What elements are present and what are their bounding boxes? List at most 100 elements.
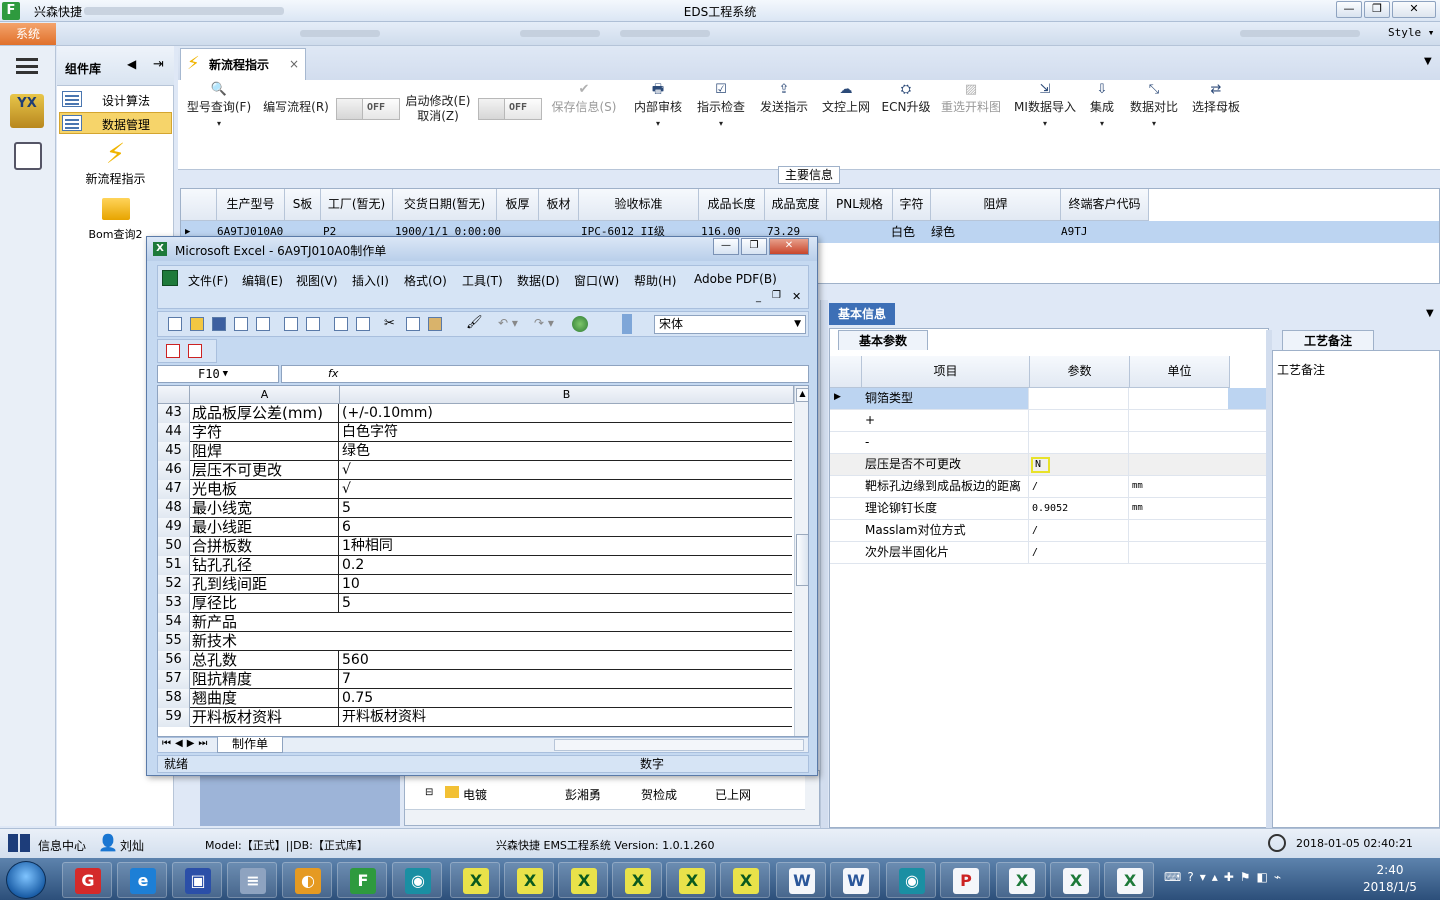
param-row[interactable]: 靶标孔边缘到成品板边的距离 / mm bbox=[830, 476, 1266, 498]
pdf-convert-icon[interactable] bbox=[166, 344, 180, 358]
cell-b[interactable]: √ bbox=[340, 480, 792, 499]
word-task-icon[interactable]: W bbox=[776, 862, 826, 898]
font-select[interactable]: 宋体 ▼ bbox=[654, 315, 806, 334]
col-header[interactable]: 验收标准 bbox=[579, 189, 699, 221]
nav-item-data-management[interactable]: 数据管理 bbox=[59, 112, 172, 134]
tree-expand-icon[interactable]: ⊟ bbox=[425, 787, 433, 798]
param-value[interactable]: N bbox=[1028, 454, 1128, 475]
save-info-button[interactable]: ✔ 保存信息(S) bbox=[548, 82, 620, 115]
row-number[interactable]: 49 bbox=[158, 518, 190, 537]
select-motherboard-button[interactable]: ⇄ 选择母板 bbox=[1188, 82, 1244, 115]
menu-file[interactable]: 文件(F) bbox=[188, 272, 228, 289]
sheet-row[interactable]: 51 钻孔孔径 0.2 bbox=[158, 556, 792, 575]
cell-b[interactable]: 7 bbox=[340, 670, 792, 689]
sheet-row[interactable]: 45 阻焊 绿色 bbox=[158, 442, 792, 461]
cut-icon[interactable]: ✂ bbox=[384, 316, 395, 331]
cell-b[interactable]: 560 bbox=[340, 651, 792, 670]
tab-new-process[interactable]: ⚡ 新流程指示 × bbox=[180, 48, 306, 80]
cell-b[interactable]: 5 bbox=[340, 594, 792, 613]
menu-format[interactable]: 格式(O) bbox=[404, 272, 447, 289]
cell-a[interactable]: 最小线距 bbox=[190, 518, 339, 537]
style-label[interactable]: Style ▾ bbox=[1388, 26, 1434, 39]
param-row[interactable]: + bbox=[830, 410, 1266, 432]
excel-task-icon[interactable]: X bbox=[450, 862, 500, 898]
cell-b[interactable]: 绿色 bbox=[340, 442, 792, 461]
doc-online-button[interactable]: ☁ 文控上网 bbox=[816, 82, 876, 115]
excel-task-icon[interactable]: X bbox=[1050, 862, 1100, 898]
tab-process-note[interactable]: 工艺备注 bbox=[1282, 330, 1374, 350]
cell-a[interactable]: 总孔数 bbox=[190, 651, 339, 670]
param-row[interactable]: ▶ 铜箔类型 bbox=[830, 388, 1266, 410]
col-header[interactable]: S板 bbox=[285, 189, 321, 221]
taskbar-app-icon[interactable]: G bbox=[62, 862, 112, 898]
ecn-upgrade-button[interactable]: ⛭ ECN升级 bbox=[878, 82, 934, 115]
new-process-instruction-item[interactable]: ⚡ 新流程指示 bbox=[57, 138, 174, 188]
row-number[interactable]: 53 bbox=[158, 594, 190, 613]
print-icon[interactable] bbox=[284, 317, 298, 331]
word-task-icon[interactable]: W bbox=[830, 862, 880, 898]
cell-b[interactable]: 0.2 bbox=[340, 556, 792, 575]
cell-b[interactable] bbox=[340, 632, 792, 651]
cell-a[interactable]: 开料板材资料 bbox=[190, 708, 339, 727]
col-header[interactable]: 板材 bbox=[539, 189, 579, 221]
cell-b[interactable]: 6 bbox=[340, 518, 792, 537]
cell-a[interactable]: 字符 bbox=[190, 423, 339, 442]
excel-title-bar[interactable]: X Microsoft Excel - 6A9TJ010A0制作单 — ❐ ✕ bbox=[147, 237, 817, 261]
menu-window[interactable]: 窗口(W) bbox=[574, 272, 619, 289]
cell-b[interactable]: 开料板材资料 bbox=[340, 708, 792, 727]
write-process-toggle[interactable]: OFF bbox=[336, 98, 400, 120]
start-button[interactable] bbox=[6, 861, 46, 899]
param-row[interactable]: Masslam对位方式 / bbox=[830, 520, 1266, 542]
col-header[interactable]: 成品宽度 bbox=[765, 189, 827, 221]
row-number[interactable]: 54 bbox=[158, 613, 190, 632]
sheet-row[interactable]: 56 总孔数 560 bbox=[158, 651, 792, 670]
sheet-row[interactable]: 44 字符 白色字符 bbox=[158, 423, 792, 442]
print-preview-icon[interactable] bbox=[306, 317, 320, 331]
sheet-row[interactable]: 58 翘曲度 0.75 bbox=[158, 689, 792, 708]
close-tab-icon[interactable]: × bbox=[289, 57, 299, 71]
row-number[interactable]: 50 bbox=[158, 537, 190, 556]
yx-module-icon[interactable]: YX bbox=[10, 94, 44, 128]
doc-close-button[interactable]: ✕ bbox=[792, 290, 801, 303]
row-number[interactable]: 51 bbox=[158, 556, 190, 575]
cell-a[interactable]: 成品板厚公差(mm) bbox=[190, 404, 339, 423]
menu-help[interactable]: 帮助(H) bbox=[634, 272, 676, 289]
horizontal-scrollbar[interactable] bbox=[554, 739, 804, 751]
param-col-unit[interactable]: 单位 bbox=[1130, 356, 1230, 388]
row-number[interactable]: 59 bbox=[158, 708, 190, 727]
cell-a[interactable]: 阻抗精度 bbox=[190, 670, 339, 689]
collapse-icon[interactable]: ◀ bbox=[127, 57, 136, 71]
col-header[interactable]: 字符 bbox=[893, 189, 931, 221]
menu-tools[interactable]: 工具(T) bbox=[462, 272, 503, 289]
col-header[interactable]: 阻焊 bbox=[931, 189, 1061, 221]
close-button[interactable]: ✕ bbox=[1392, 1, 1436, 18]
email-icon[interactable] bbox=[256, 317, 270, 331]
param-value[interactable]: / bbox=[1028, 520, 1128, 541]
excel-doc-icon[interactable] bbox=[162, 270, 178, 286]
cell-b[interactable]: √ bbox=[340, 461, 792, 480]
eye-app-icon[interactable]: ◉ bbox=[392, 862, 442, 898]
param-row[interactable]: 层压是否不可更改 N bbox=[830, 454, 1266, 476]
scroll-up-icon[interactable]: ▲ bbox=[796, 388, 808, 402]
param-value[interactable] bbox=[1028, 388, 1128, 409]
save-disk-icon[interactable]: ▣ bbox=[172, 862, 222, 898]
cell-a[interactable]: 光电板 bbox=[190, 480, 339, 499]
new-icon[interactable] bbox=[168, 317, 182, 331]
system-button[interactable]: 系统 bbox=[0, 23, 56, 45]
menu-insert[interactable]: 插入(I) bbox=[352, 272, 389, 289]
info-center-label[interactable]: 信息中心 bbox=[38, 837, 86, 854]
cell-b[interactable]: 1种相同 bbox=[340, 537, 792, 556]
undo-icon[interactable]: ↶ ▾ bbox=[498, 316, 518, 330]
save-icon[interactable] bbox=[212, 317, 226, 331]
row-number[interactable]: 47 bbox=[158, 480, 190, 499]
menu-view[interactable]: 视图(V) bbox=[296, 272, 338, 289]
sheet-row[interactable]: 47 光电板 √ bbox=[158, 480, 792, 499]
start-modify-button[interactable]: 启动修改(E) 取消(Z) bbox=[404, 94, 472, 124]
row-number[interactable]: 57 bbox=[158, 670, 190, 689]
col-header-a[interactable]: A bbox=[190, 386, 340, 404]
cell-a[interactable]: 翘曲度 bbox=[190, 689, 339, 708]
grid-icon[interactable] bbox=[8, 834, 30, 852]
eye-app-icon[interactable]: ◉ bbox=[886, 862, 936, 898]
redo-icon[interactable]: ↷ ▾ bbox=[534, 316, 554, 330]
menu-icon[interactable] bbox=[16, 58, 38, 74]
